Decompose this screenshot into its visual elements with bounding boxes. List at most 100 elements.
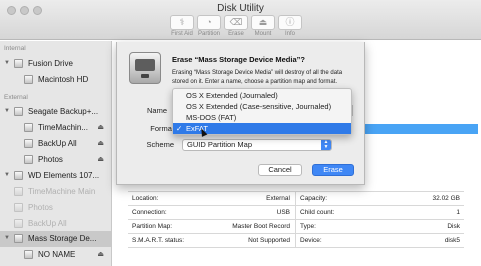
info-value: Disk (447, 223, 460, 230)
mount-button[interactable]: ⏏ (251, 15, 275, 30)
eject-icon[interactable]: ⏏ (97, 250, 104, 258)
sidebar-item-photos[interactable]: Photos ⏏ (0, 152, 111, 168)
divider (295, 220, 296, 234)
sidebar-item-label: BackUp All (28, 219, 67, 228)
sidebar-item-seagate[interactable]: ▼ Seagate Backup+... (0, 104, 111, 120)
volume-icon (14, 187, 23, 196)
drive-light (141, 74, 149, 78)
sidebar-item-backup-all[interactable]: BackUp All ⏏ (0, 136, 111, 152)
sidebar-item-macintosh-hd[interactable]: Macintosh HD (0, 72, 111, 88)
info-key: Capacity: (300, 195, 328, 202)
partition-icon: ◔ (206, 17, 212, 27)
divider (295, 192, 296, 206)
partition-button[interactable]: ◔ (197, 15, 221, 30)
sidebar-item-fusion-drive[interactable]: ▼ Fusion Drive (0, 56, 111, 72)
info-value: 32.02 GB (432, 195, 460, 202)
eject-icon[interactable]: ⏏ (97, 139, 104, 147)
info-key: Type: (300, 223, 316, 230)
disk-icon (14, 107, 23, 116)
chevron-updown-icon: ▲ ▼ (321, 140, 331, 150)
usage-bar (352, 124, 478, 134)
sidebar-item-mass-storage[interactable]: ▼ Mass Storage De... (0, 231, 111, 247)
info-key: Partition Map: (132, 223, 173, 230)
hard-drive-icon (129, 52, 161, 84)
disclosure-triangle-icon[interactable]: ▼ (4, 235, 10, 241)
first-aid-button[interactable]: ⚕ (170, 15, 194, 30)
dialog-title: Erase “Mass Storage Device Media”? (172, 55, 305, 64)
info-row: S.M.A.R.T. status: Not Supported Device:… (128, 234, 464, 248)
divider (295, 234, 296, 248)
volume-icon (24, 75, 33, 84)
erase-icon: ⌫ (229, 17, 243, 27)
format-label: Format (150, 124, 174, 133)
sidebar-item-wd-elements[interactable]: ▼ WD Elements 107... (0, 168, 111, 184)
sidebar-item-label: NO NAME (38, 250, 76, 259)
volume-icon (24, 139, 33, 148)
sidebar-item-photos-unmounted[interactable]: Photos (0, 200, 111, 216)
eject-icon[interactable]: ⏏ (97, 155, 104, 163)
format-menu[interactable]: OS X Extended (Journaled) OS X Extended … (172, 88, 352, 135)
sidebar-item-label: TimeMachine Main (28, 187, 96, 196)
mount-icon: ⏏ (258, 17, 268, 27)
window-title: Disk Utility (217, 3, 264, 14)
scheme-select[interactable]: GUID Partition Map ▲ ▼ (182, 139, 332, 151)
sidebar: Internal ▼ Fusion Drive Macintosh HD Ext… (0, 41, 112, 266)
info-key: S.M.A.R.T. status: (132, 237, 185, 244)
sidebar-item-label: TimeMachin... (38, 123, 88, 132)
drive-plate (135, 59, 155, 71)
info-icon: ⓘ (285, 17, 295, 27)
disk-icon (14, 234, 23, 243)
info-key: Device: (300, 237, 322, 244)
sidebar-item-backup-all-unmounted[interactable]: BackUp All (0, 216, 111, 232)
info-value: 1 (456, 209, 460, 216)
info-key: Child count: (300, 209, 335, 216)
sidebar-item-no-name[interactable]: NO NAME ⏏ (0, 247, 111, 263)
info-row: Connection: USB Child count: 1 (128, 206, 464, 220)
menu-item-os-x-extended-journaled[interactable]: OS X Extended (Journaled) (173, 90, 351, 101)
erase-button[interactable]: ⌫ (224, 15, 248, 30)
volume-icon (24, 155, 33, 164)
sidebar-item-label: Photos (28, 203, 53, 212)
volume-icon (14, 203, 23, 212)
info-table: Location: External Capacity: 32.02 GB Co… (128, 191, 464, 248)
info-button[interactable]: ⓘ (278, 15, 302, 30)
title-bar: Disk Utility ⚕ ◔ ⌫ ⏏ ⓘ First Aid Partiti… (0, 0, 481, 40)
sidebar-item-timemachin[interactable]: TimeMachin... ⏏ (0, 120, 111, 136)
dialog-message: Erasing “Mass Storage Device Media” will… (172, 70, 343, 85)
volume-icon (24, 250, 33, 259)
section-internal: Internal (4, 45, 26, 52)
info-key: Connection: (132, 209, 167, 216)
disclosure-triangle-icon[interactable]: ▼ (4, 172, 10, 178)
sidebar-item-label: Fusion Drive (28, 59, 73, 68)
info-key: Location: (132, 195, 159, 202)
sidebar-item-label: Photos (38, 155, 63, 164)
sidebar-item-label: Macintosh HD (38, 75, 89, 84)
disk-icon (14, 171, 23, 180)
info-value: disk5 (444, 237, 460, 244)
scheme-select-value: GUID Partition Map (187, 140, 253, 149)
menu-item-os-x-extended-case-sensitive[interactable]: OS X Extended (Case-sensitive, Journaled… (173, 101, 351, 112)
sidebar-item-timemachine-main[interactable]: TimeMachine Main (0, 184, 111, 200)
sidebar-item-label: Mass Storage De... (28, 234, 97, 243)
info-label: Info (284, 31, 295, 37)
info-row: Location: External Capacity: 32.02 GB (128, 192, 464, 206)
checkmark-icon: ✓ (176, 124, 183, 133)
sidebar-item-label: BackUp All (38, 139, 77, 148)
sidebar-item-label: Seagate Backup+... (28, 107, 99, 116)
menu-item-ms-dos-fat[interactable]: MS-DOS (FAT) (173, 112, 351, 123)
eject-icon[interactable]: ⏏ (97, 123, 104, 131)
section-external: External (4, 94, 28, 101)
disclosure-triangle-icon[interactable]: ▼ (4, 60, 10, 66)
info-row: Partition Map: Master Boot Record Type: … (128, 220, 464, 234)
volume-icon (14, 219, 23, 228)
scheme-label: Scheme (146, 140, 174, 149)
name-label: Name (146, 106, 167, 115)
disk-icon (14, 59, 23, 68)
volume-icon (24, 123, 33, 132)
disclosure-triangle-icon[interactable]: ▼ (4, 108, 10, 114)
info-value: Not Supported (248, 237, 290, 244)
erase-confirm-button[interactable]: Erase (312, 164, 354, 176)
cancel-button[interactable]: Cancel (258, 164, 302, 176)
stethoscope-icon: ⚕ (179, 17, 185, 27)
info-value: USB (276, 209, 290, 216)
